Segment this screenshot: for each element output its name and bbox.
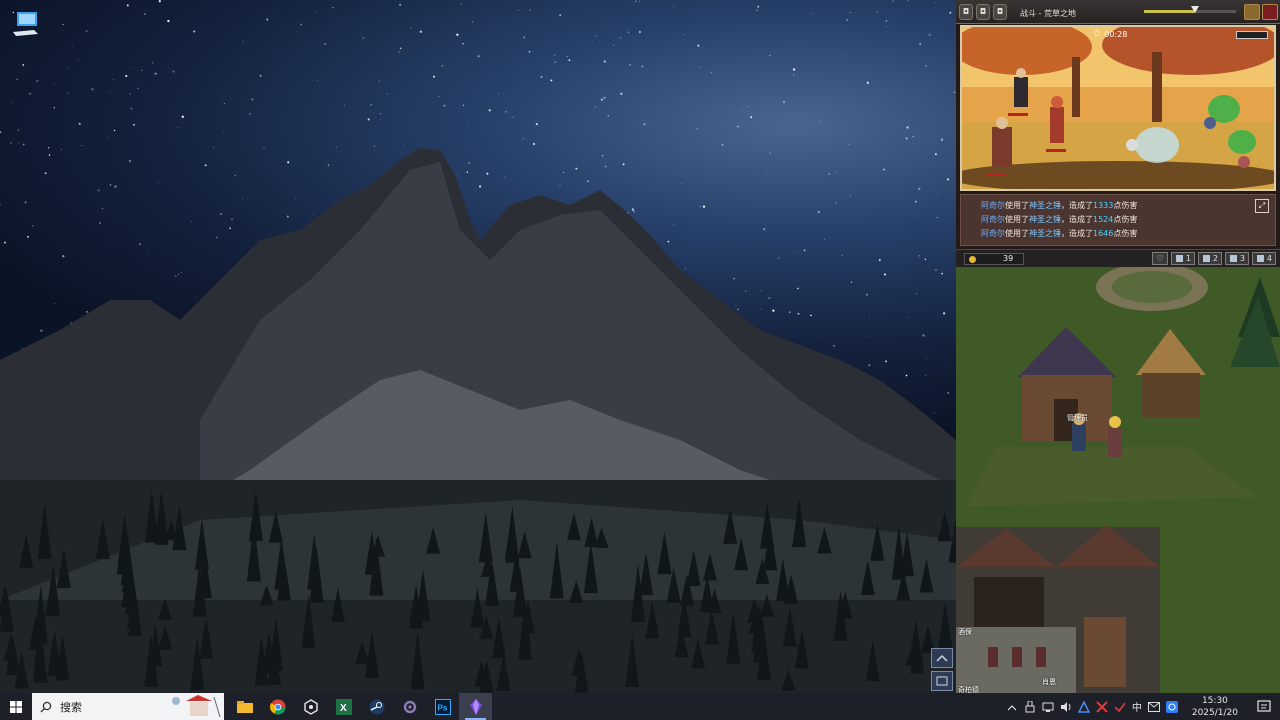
notification-icon[interactable] <box>1254 697 1274 717</box>
clock-date: 2025/1/20 <box>1191 707 1238 718</box>
log-damage: 1333 <box>1093 201 1114 210</box>
settings-icon[interactable] <box>1244 4 1260 20</box>
town-map-art <box>956 267 1280 693</box>
slot-label: 2 <box>1212 254 1218 263</box>
clock-time: 15:30 <box>1201 695 1228 706</box>
log-skill: 神圣之锤 <box>1029 215 1061 224</box>
game-window: ◘ ◘ ◘ 战斗 - 荒草之地 ⏱ 00:28 阿奇尔使用了神圣之锤，造成了13… <box>956 0 1280 693</box>
log-damage: 1524 <box>1093 215 1114 224</box>
helmet-icon[interactable]: ◘ <box>976 3 990 20</box>
hexagon-app-icon[interactable] <box>294 693 327 720</box>
log-actor: 阿奇尔 <box>981 229 1005 238</box>
slot-button-3[interactable]: 3 <box>1225 252 1249 265</box>
slot-button-4[interactable]: 4 <box>1252 252 1276 265</box>
slot-icon <box>1202 255 1210 262</box>
battle-scene: ⏱ 00:28 <box>960 25 1276 191</box>
volume-knob[interactable] <box>1190 6 1199 13</box>
log-suffix: 点伤害 <box>1113 215 1138 224</box>
combat-log-line: 阿奇尔使用了神圣之锤，造成了1333点伤害 <box>981 199 1275 213</box>
log-mid: ，造成了 <box>1061 201 1093 210</box>
svg-text:X: X <box>340 703 347 714</box>
log-actor: 阿奇尔 <box>981 201 1005 210</box>
log-skill: 神圣之锤 <box>1029 229 1061 238</box>
app-tray-icon-a[interactable] <box>1077 700 1090 713</box>
slot-icon <box>1229 255 1237 262</box>
steam-icon[interactable] <box>360 693 393 720</box>
npc-label-sean: 肖恩 <box>1042 678 1056 686</box>
game-title: 战斗 - 荒草之地 <box>1020 9 1076 18</box>
security-tray-icon[interactable] <box>1114 701 1126 713</box>
combat-log-line: 阿奇尔使用了神圣之锤，造成了1524点伤害 <box>981 213 1275 227</box>
battle-hud-bar <box>1236 31 1268 39</box>
folder-icon[interactable] <box>228 693 261 720</box>
battle-timer: ⏱ 00:28 <box>1094 29 1127 39</box>
taskbar-search[interactable]: 搜索 <box>32 693 224 720</box>
log-suffix: 点伤害 <box>1113 229 1138 238</box>
clock-icon: ⏱ <box>1094 29 1101 38</box>
chevron-up-icon[interactable] <box>931 648 953 668</box>
ime-indicator[interactable]: 中 <box>1132 699 1142 714</box>
battle-scene-art <box>962 27 1274 189</box>
this-pc-icon[interactable] <box>8 6 42 40</box>
game-toolbar: 39 ♡ 1 2 3 4 <box>956 249 1280 267</box>
shield-icon[interactable]: ◘ <box>959 3 973 20</box>
slot-label: 4 <box>1266 254 1272 263</box>
game-crystal-icon[interactable] <box>459 693 492 720</box>
slot-label: 3 <box>1239 254 1245 263</box>
search-placeholder: 搜索 <box>60 700 82 714</box>
npc-label-2: 奇柏德 <box>958 686 979 693</box>
slot-label: 1 <box>1185 254 1191 263</box>
chevron-up-icon[interactable] <box>1006 701 1018 713</box>
taskbar: 搜索 X Ps 中 15:30 2025/1/20 <box>0 693 1280 720</box>
log-verb: 使用了 <box>1005 215 1029 224</box>
log-verb: 使用了 <box>1005 229 1029 238</box>
npc-label-manager: 管理员 <box>1067 414 1088 422</box>
windows-start-icon[interactable] <box>0 693 32 720</box>
log-actor: 阿奇尔 <box>981 215 1005 224</box>
combat-log: 阿奇尔使用了神圣之锤，造成了1333点伤害 阿奇尔使用了神圣之锤，造成了1524点… <box>960 194 1276 246</box>
taskbar-clock[interactable]: 15:30 2025/1/20 <box>1192 695 1238 719</box>
chrome-icon[interactable] <box>261 693 294 720</box>
log-mid: ，造成了 <box>1061 229 1093 238</box>
gold-counter: 39 <box>964 253 1024 265</box>
armor-icon[interactable]: ◘ <box>993 3 1007 20</box>
system-tray: 中 15:30 2025/1/20 <box>1006 693 1280 720</box>
battle-timer-value: 00:28 <box>1104 29 1128 39</box>
search-icon <box>40 701 52 712</box>
photoshop-icon[interactable]: Ps <box>426 693 459 720</box>
slot-icon <box>1256 255 1264 262</box>
search-highlight-art <box>172 695 221 718</box>
log-mid: ，造成了 <box>1061 215 1093 224</box>
slot-button-1[interactable]: 1 <box>1171 252 1195 265</box>
coin-icon <box>969 256 976 263</box>
slot-button-2[interactable]: 2 <box>1198 252 1222 265</box>
npc-label-bartender: 酒保 <box>958 628 972 636</box>
log-suffix: 点伤害 <box>1113 201 1138 210</box>
exit-icon[interactable] <box>1262 4 1278 20</box>
expand-icon[interactable]: ⤢ <box>1255 199 1269 213</box>
chevron-down-icon[interactable] <box>931 671 953 691</box>
pet-icon[interactable]: ♡ <box>1152 252 1168 265</box>
combat-log-line: 阿奇尔使用了神圣之锤，造成了1646点伤害 <box>981 227 1275 241</box>
network-icon[interactable] <box>1042 701 1054 713</box>
game-titlebar: ◘ ◘ ◘ 战斗 - 荒草之地 <box>956 0 1280 24</box>
log-damage: 1646 <box>1093 229 1114 238</box>
town-map[interactable]: 管理员 酒保 奇柏德 肖恩 <box>956 267 1280 693</box>
excel-icon[interactable]: X <box>327 693 360 720</box>
gold-value: 39 <box>1003 254 1014 263</box>
log-verb: 使用了 <box>1005 201 1029 210</box>
svg-text:Ps: Ps <box>437 703 447 712</box>
log-skill: 神圣之锤 <box>1029 201 1061 210</box>
usb-icon[interactable] <box>1024 700 1036 713</box>
volume-icon[interactable] <box>1060 701 1072 713</box>
slot-icon <box>1175 255 1183 262</box>
app-tray-icon-b[interactable] <box>1096 700 1108 713</box>
gear-app-icon[interactable] <box>393 693 426 720</box>
mail-icon[interactable] <box>1147 701 1160 713</box>
cloud-app-icon[interactable] <box>1165 700 1178 713</box>
volume-slider[interactable] <box>1144 6 1236 13</box>
